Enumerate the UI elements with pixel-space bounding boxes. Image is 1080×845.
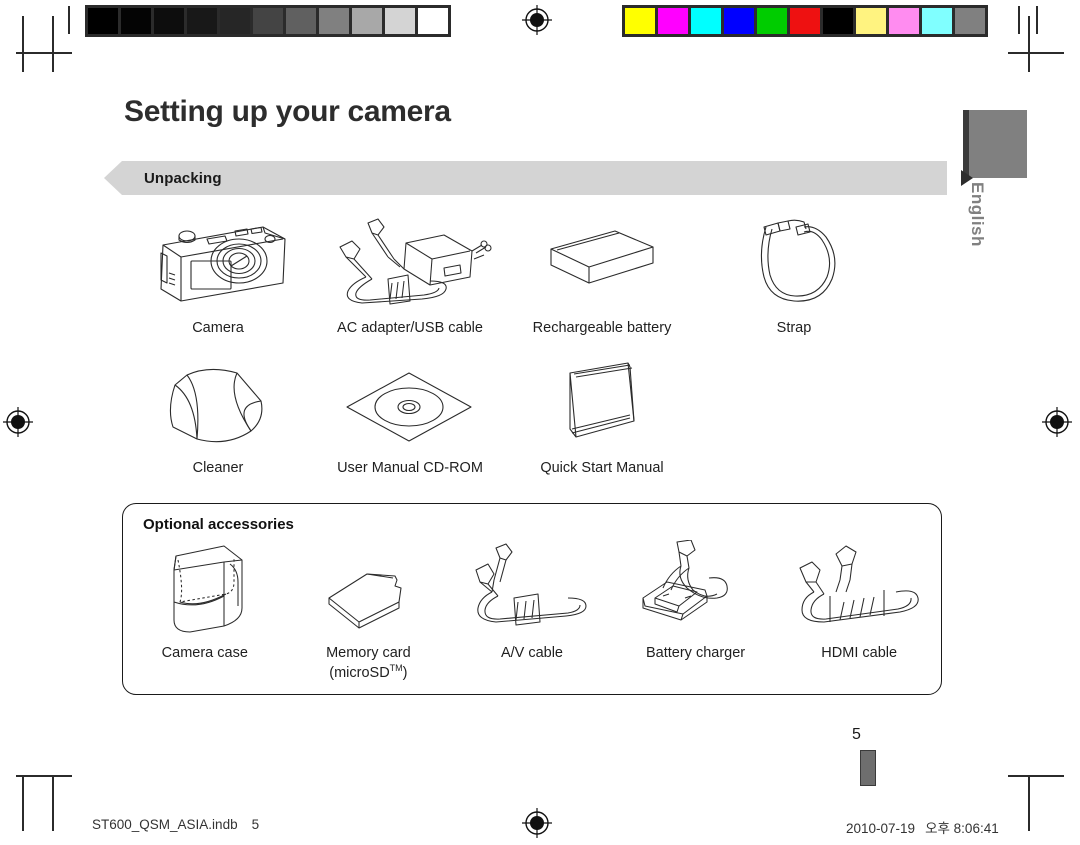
memory-card-illustration — [287, 540, 451, 636]
calibration-swatch-10 — [418, 8, 448, 34]
calibration-swatch-6 — [823, 8, 853, 34]
calibration-swatch-6 — [286, 8, 316, 34]
calibration-swatch-3 — [724, 8, 754, 34]
calibration-swatch-3 — [187, 8, 217, 34]
registration-mark-top — [522, 5, 552, 35]
rechargeable-battery-illustration — [506, 213, 698, 311]
camera-illustration — [122, 213, 314, 311]
item-label: HDMI cable — [821, 645, 898, 662]
item-sublabel: (microSDTM) — [329, 663, 408, 682]
calibration-swatch-4 — [757, 8, 787, 34]
side-tab-block — [963, 110, 1027, 178]
item-cleaner: Cleaner — [122, 359, 314, 477]
section-banner: Unpacking — [104, 161, 973, 195]
print-footer: ST600_QSM_ASIA.indb 5 2010-07-19 오후 8:06:4… — [0, 812, 1080, 842]
calibration-swatch-1 — [121, 8, 151, 34]
item-strap: Strap — [698, 213, 890, 337]
grayscale-calibration-bar — [85, 5, 451, 37]
calibration-swatch-1 — [658, 8, 688, 34]
crop-rule — [68, 6, 70, 34]
calibration-swatch-8 — [352, 8, 382, 34]
calibration-swatch-8 — [889, 8, 919, 34]
unpacking-row-2: Cleaner User Manual CD-ROM Quick Start M… — [122, 359, 957, 477]
page-number-bar — [860, 750, 876, 786]
crop-mark-top-right-h — [1008, 52, 1064, 54]
battery-charger-illustration — [614, 540, 778, 636]
calibration-swatch-0 — [88, 8, 118, 34]
item-label: Battery charger — [646, 645, 746, 662]
item-label: Rechargeable battery — [532, 320, 672, 336]
item-cd-rom: User Manual CD-ROM — [314, 359, 506, 477]
crop-mark-bleed-left-top — [22, 16, 24, 72]
item-label: Strap — [776, 320, 812, 336]
crop-mark-top-left-h — [16, 52, 72, 54]
item-label: Camera case — [161, 645, 248, 662]
footer-filename: ST600_QSM_ASIA.indb 5 — [92, 817, 259, 832]
footer-timestamp: 2010-07-19 오후 8:06:41 — [846, 817, 999, 837]
item-label: User Manual CD-ROM — [337, 460, 483, 477]
calibration-swatch-5 — [253, 8, 283, 34]
unpacking-row-1: Camera AC adapter/USB cable Rechargeable… — [122, 213, 957, 337]
banner-arrow-icon — [961, 170, 973, 186]
item-quick-start-manual: Quick Start Manual — [506, 359, 698, 477]
section-title: Unpacking — [144, 169, 222, 187]
footer-meridiem: 오후 — [925, 821, 950, 836]
calibration-swatch-2 — [691, 8, 721, 34]
item-label: AC adapter/USB cable — [337, 320, 483, 336]
calibration-swatch-4 — [220, 8, 250, 34]
registration-mark-right — [1042, 407, 1072, 437]
strap-illustration — [698, 213, 890, 311]
item-av-cable: A/V cable — [450, 540, 614, 682]
quick-start-manual-illustration — [506, 359, 698, 451]
item-camera-case: Camera case — [123, 540, 287, 682]
manual-page: English Setting up your camera Unpacking — [0, 0, 1080, 845]
calibration-swatch-9 — [922, 8, 952, 34]
calibration-swatch-5 — [790, 8, 820, 34]
crop-rule — [1036, 6, 1038, 34]
crop-mark-top-left-v — [52, 16, 54, 72]
item-memory-card: Memory card (microSDTM) — [287, 540, 451, 682]
optional-accessories-panel: Optional accessories Camera case Memory … — [122, 503, 942, 696]
footer-time: 8:06:41 — [953, 821, 999, 836]
item-ac-adapter: AC adapter/USB cable — [314, 213, 506, 337]
cd-rom-illustration — [314, 359, 506, 451]
calibration-swatch-2 — [154, 8, 184, 34]
footer-filename-text: ST600_QSM_ASIA.indb — [92, 817, 238, 832]
optional-accessories-grid: Camera case Memory card (microSDTM) A/V … — [123, 540, 941, 682]
item-battery-charger: Battery charger — [614, 540, 778, 682]
item-label: Camera — [192, 320, 244, 336]
crop-mark-bottom-right-h — [1008, 775, 1064, 777]
footer-page-text: 5 — [251, 817, 260, 832]
item-camera: Camera — [122, 213, 314, 337]
ac-adapter-usb-cable-illustration — [314, 213, 506, 311]
calibration-swatch-0 — [625, 8, 655, 34]
banner-notch — [104, 161, 122, 195]
camera-case-illustration — [123, 540, 287, 636]
color-calibration-bar — [622, 5, 988, 37]
item-label: Memory card — [326, 645, 411, 662]
hdmi-cable-illustration — [777, 540, 941, 636]
item-label: Cleaner — [192, 460, 244, 477]
av-cable-illustration — [450, 540, 614, 636]
crop-mark-top-right-v — [1028, 16, 1030, 72]
side-tab-label: English — [968, 182, 987, 247]
crop-rule — [1018, 6, 1020, 34]
calibration-swatch-7 — [319, 8, 349, 34]
item-label: A/V cable — [500, 645, 564, 662]
crop-mark-bottom-left-h — [16, 775, 72, 777]
registration-mark-left — [3, 407, 33, 437]
item-hdmi-cable: HDMI cable — [777, 540, 941, 682]
item-rechargeable-battery: Rechargeable battery — [506, 213, 698, 337]
calibration-swatch-10 — [955, 8, 985, 34]
calibration-swatch-7 — [856, 8, 886, 34]
item-label: Quick Start Manual — [540, 460, 664, 477]
cleaner-cloth-illustration — [122, 359, 314, 451]
calibration-swatch-9 — [385, 8, 415, 34]
optional-accessories-title: Optional accessories — [143, 516, 294, 534]
footer-date: 2010-07-19 — [846, 821, 916, 836]
page-title: Setting up your camera — [124, 95, 451, 128]
page-number: 5 — [852, 726, 861, 743]
page-content: Setting up your camera Unpacking Camera … — [104, 95, 973, 696]
